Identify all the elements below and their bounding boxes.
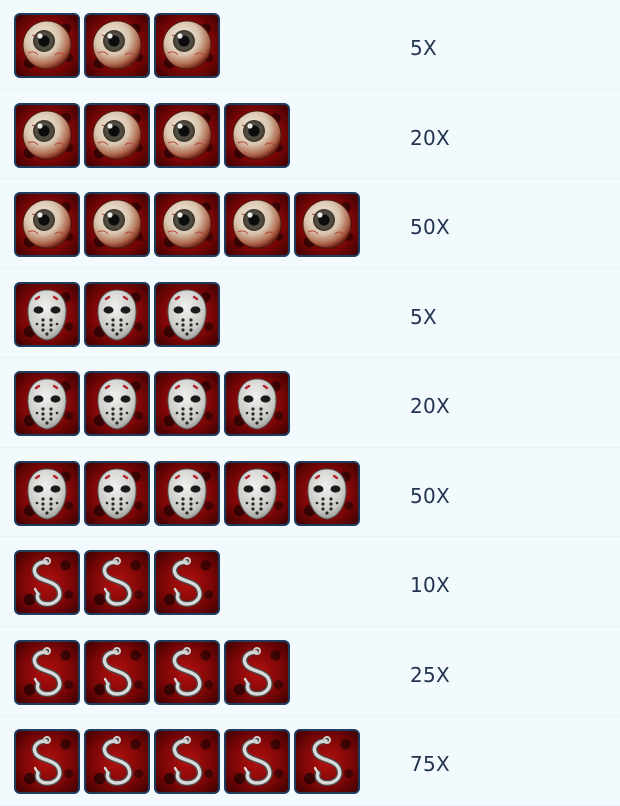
eyeball-icon xyxy=(14,13,80,78)
meat-hook-icon xyxy=(224,729,290,794)
paytable-row: 5X xyxy=(0,269,620,358)
paytable-row: 20X xyxy=(0,90,620,179)
eyeball-icon xyxy=(84,13,150,78)
meat-hook-icon xyxy=(294,729,360,794)
meat-hook-icon xyxy=(84,550,150,615)
payout-multiplier: 25X xyxy=(410,662,451,687)
meat-hook-icon xyxy=(154,639,220,705)
hockey-mask-icon xyxy=(14,281,80,347)
payout-multiplier: 50X xyxy=(410,215,451,239)
hockey-mask-icon xyxy=(154,460,220,526)
paytable-row: 50X xyxy=(0,179,620,269)
hockey-mask-icon xyxy=(14,460,80,526)
hockey-mask-icon xyxy=(224,460,290,526)
payout-multiplier: 50X xyxy=(410,483,451,508)
hockey-mask-icon xyxy=(84,281,150,347)
eyeball-icon xyxy=(84,102,150,168)
paytable-row: 25X xyxy=(0,627,620,716)
meat-hook-icon xyxy=(14,639,80,705)
hockey-mask-icon xyxy=(224,371,290,436)
meat-hook-icon xyxy=(84,639,150,705)
hockey-mask-icon xyxy=(14,371,80,436)
eyeball-icon xyxy=(224,102,290,168)
eyeball-icon xyxy=(154,102,220,168)
paytable-row: 50X xyxy=(0,448,620,537)
eyeball-icon xyxy=(154,192,220,257)
payout-multiplier: 20X xyxy=(410,125,451,150)
eyeball-icon xyxy=(84,192,150,257)
hockey-mask-icon xyxy=(84,460,150,526)
meat-hook-icon xyxy=(224,639,290,705)
meat-hook-icon xyxy=(14,550,80,615)
meat-hook-icon xyxy=(154,729,220,794)
paytable-row: 10X xyxy=(0,537,620,627)
paytable-row: 75X xyxy=(0,716,620,806)
hockey-mask-icon xyxy=(84,371,150,436)
eyeball-icon xyxy=(14,102,80,168)
payout-multiplier: 5X xyxy=(410,304,438,329)
eyeball-icon xyxy=(224,192,290,257)
hockey-mask-icon xyxy=(154,371,220,436)
paytable-row: 20X xyxy=(0,358,620,448)
payout-multiplier: 75X xyxy=(410,752,451,776)
paytable-row: 5X xyxy=(0,0,620,90)
eyeball-icon xyxy=(14,192,80,257)
payout-multiplier: 5X xyxy=(410,36,438,60)
meat-hook-icon xyxy=(154,550,220,615)
meat-hook-icon xyxy=(84,729,150,794)
hockey-mask-icon xyxy=(294,460,360,526)
hockey-mask-icon xyxy=(154,281,220,347)
paytable: 5X 20X 50X 5X 20X 50X 10X 25X 75X xyxy=(0,0,620,806)
payout-multiplier: 10X xyxy=(410,573,451,597)
payout-multiplier: 20X xyxy=(410,394,451,418)
eyeball-icon xyxy=(294,192,360,257)
eyeball-icon xyxy=(154,13,220,78)
meat-hook-icon xyxy=(14,729,80,794)
